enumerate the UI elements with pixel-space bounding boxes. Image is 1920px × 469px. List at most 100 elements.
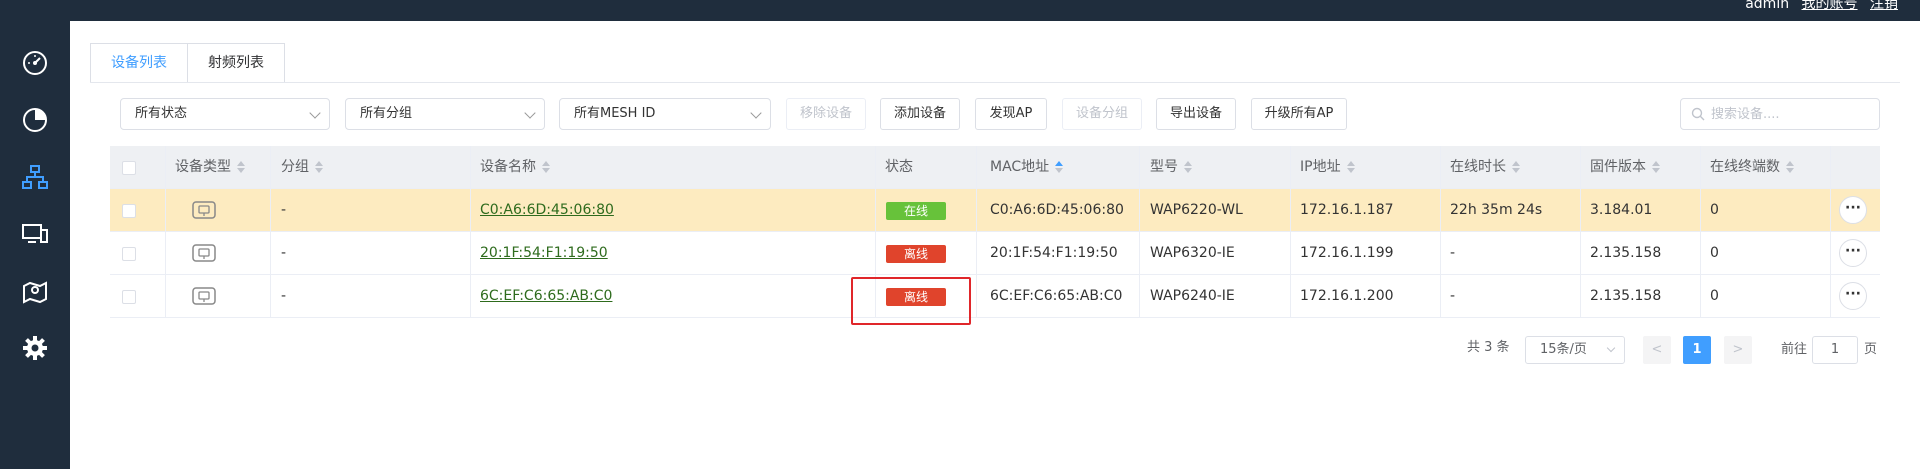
col-divider — [165, 189, 166, 232]
sort-icon — [1652, 161, 1660, 173]
col-divider — [470, 146, 471, 189]
col-divider — [1440, 189, 1441, 232]
col-status: 状态 — [885, 159, 913, 175]
col-divider — [1440, 232, 1441, 275]
sidebar-item-settings[interactable] — [0, 326, 70, 370]
row-checkbox[interactable] — [122, 290, 136, 304]
device-name-link[interactable]: C0:A6:6D:45:06:80 — [480, 189, 614, 232]
col-divider — [1290, 189, 1291, 232]
sort-icon — [1512, 161, 1520, 173]
col-divider — [1139, 275, 1140, 318]
status-filter-select[interactable]: 所有状态 — [120, 98, 330, 130]
row-checkbox[interactable] — [122, 247, 136, 261]
remove-device-button[interactable]: 移除设备 — [786, 98, 866, 130]
sidebar-item-statistics[interactable] — [0, 98, 70, 142]
pagination-total: 共 3 条 — [1467, 340, 1510, 355]
select-all-checkbox[interactable] — [122, 161, 136, 175]
col-divider — [470, 275, 471, 318]
sort-asc-icon — [1055, 161, 1064, 173]
search-input[interactable] — [1711, 100, 1871, 128]
cell-clients: 0 — [1710, 245, 1719, 261]
row-checkbox[interactable] — [122, 204, 136, 218]
col-divider — [875, 232, 876, 275]
mesh-filter-select[interactable]: 所有MESH ID — [559, 98, 771, 130]
col-divider — [976, 146, 977, 189]
col-device-type-label: 设备类型 — [175, 159, 231, 175]
tabs-divider — [90, 82, 1900, 83]
device-name-link[interactable]: 6C:EF:C6:65:AB:C0 — [480, 275, 612, 318]
col-device-type[interactable]: 设备类型 — [175, 146, 245, 189]
col-divider — [1700, 232, 1701, 275]
table-row[interactable]: - 20:1F:54:F1:19:50 离线 20:1F:54:F1:19:50… — [110, 232, 1880, 275]
device-group-button[interactable]: 设备分组 — [1062, 98, 1142, 130]
cell-mac: C0:A6:6D:45:06:80 — [990, 202, 1124, 218]
upgrade-all-ap-button[interactable]: 升级所有AP — [1251, 98, 1347, 130]
sort-icon — [315, 161, 323, 173]
sidebar-item-map[interactable] — [0, 269, 70, 313]
table-row[interactable]: - 6C:EF:C6:65:AB:C0 离线 6C:EF:C6:65:AB:C0… — [110, 275, 1880, 318]
top-bar: admin 我的账号 注销 — [0, 0, 1920, 21]
next-page-button[interactable]: > — [1724, 336, 1752, 364]
group-filter-select[interactable]: 所有分组 — [345, 98, 545, 130]
col-divider — [1700, 146, 1701, 189]
sidebar-item-dashboard[interactable] — [0, 41, 70, 85]
export-device-button[interactable]: 导出设备 — [1156, 98, 1236, 130]
col-divider — [1290, 232, 1291, 275]
device-name-link[interactable]: 20:1F:54:F1:19:50 — [480, 232, 608, 275]
add-device-button[interactable]: 添加设备 — [880, 98, 960, 130]
cell-ip: 172.16.1.199 — [1300, 245, 1394, 261]
col-divider — [1580, 146, 1581, 189]
col-ip-label: IP地址 — [1300, 159, 1341, 175]
sort-icon — [1786, 161, 1794, 173]
col-divider — [470, 189, 471, 232]
chevron-down-icon — [309, 107, 321, 119]
col-device-name[interactable]: 设备名称 — [480, 146, 550, 189]
sidebar-item-devices[interactable] — [0, 155, 70, 199]
cell-firmware: 2.135.158 — [1590, 245, 1662, 261]
more-actions-button[interactable]: ··· — [1839, 239, 1867, 267]
network-topology-icon — [22, 165, 48, 189]
my-account-link[interactable]: 我的账号 — [1802, 0, 1858, 12]
cell-uptime: - — [1450, 288, 1456, 304]
dashboard-icon — [23, 51, 47, 75]
col-mac[interactable]: MAC地址 — [990, 146, 1064, 189]
more-actions-button[interactable]: ··· — [1839, 196, 1867, 224]
sort-icon — [542, 161, 550, 173]
col-group[interactable]: 分组 — [281, 146, 323, 189]
logout-link[interactable]: 注销 — [1870, 0, 1898, 12]
group-filter-value: 所有分组 — [360, 106, 413, 121]
username: admin — [1745, 0, 1790, 12]
gear-icon — [23, 336, 47, 360]
col-divider — [1290, 275, 1291, 318]
col-divider — [1290, 146, 1291, 189]
col-uptime-label: 在线时长 — [1450, 159, 1506, 175]
access-point-icon — [192, 287, 216, 305]
col-divider — [1700, 275, 1701, 318]
col-divider — [1830, 232, 1831, 275]
device-table: 设备类型 分组 设备名称 状态 MAC地址 型号 IP地址 在线时长 固件版本 … — [110, 146, 1880, 318]
cell-mac: 6C:EF:C6:65:AB:C0 — [990, 288, 1123, 304]
prev-page-button[interactable]: < — [1643, 336, 1671, 364]
col-divider — [1440, 146, 1441, 189]
page-number-current[interactable]: 1 — [1683, 336, 1711, 364]
sidebar-item-clients[interactable] — [0, 212, 70, 256]
goto-page-input[interactable]: 1 — [1812, 336, 1858, 364]
col-divider — [1139, 146, 1140, 189]
more-actions-button[interactable]: ··· — [1839, 282, 1867, 310]
col-model[interactable]: 型号 — [1150, 146, 1192, 189]
col-uptime[interactable]: 在线时长 — [1450, 146, 1520, 189]
col-divider — [976, 232, 977, 275]
table-row[interactable]: - C0:A6:6D:45:06:80 在线 C0:A6:6D:45:06:80… — [110, 189, 1880, 232]
col-mac-label: MAC地址 — [990, 159, 1050, 175]
cell-model: WAP6240-IE — [1150, 288, 1235, 304]
col-clients[interactable]: 在线终端数 — [1710, 146, 1794, 189]
tab-radio-list[interactable]: 射频列表 — [188, 43, 285, 83]
tab-device-list[interactable]: 设备列表 — [90, 43, 188, 83]
col-ip[interactable]: IP地址 — [1300, 146, 1355, 189]
col-firmware[interactable]: 固件版本 — [1590, 146, 1660, 189]
col-divider — [165, 146, 166, 189]
device-search[interactable] — [1680, 98, 1880, 130]
discover-ap-button[interactable]: 发现AP — [975, 98, 1047, 130]
page-size-select[interactable]: 15条/页 — [1525, 336, 1625, 364]
col-divider — [1700, 189, 1701, 232]
